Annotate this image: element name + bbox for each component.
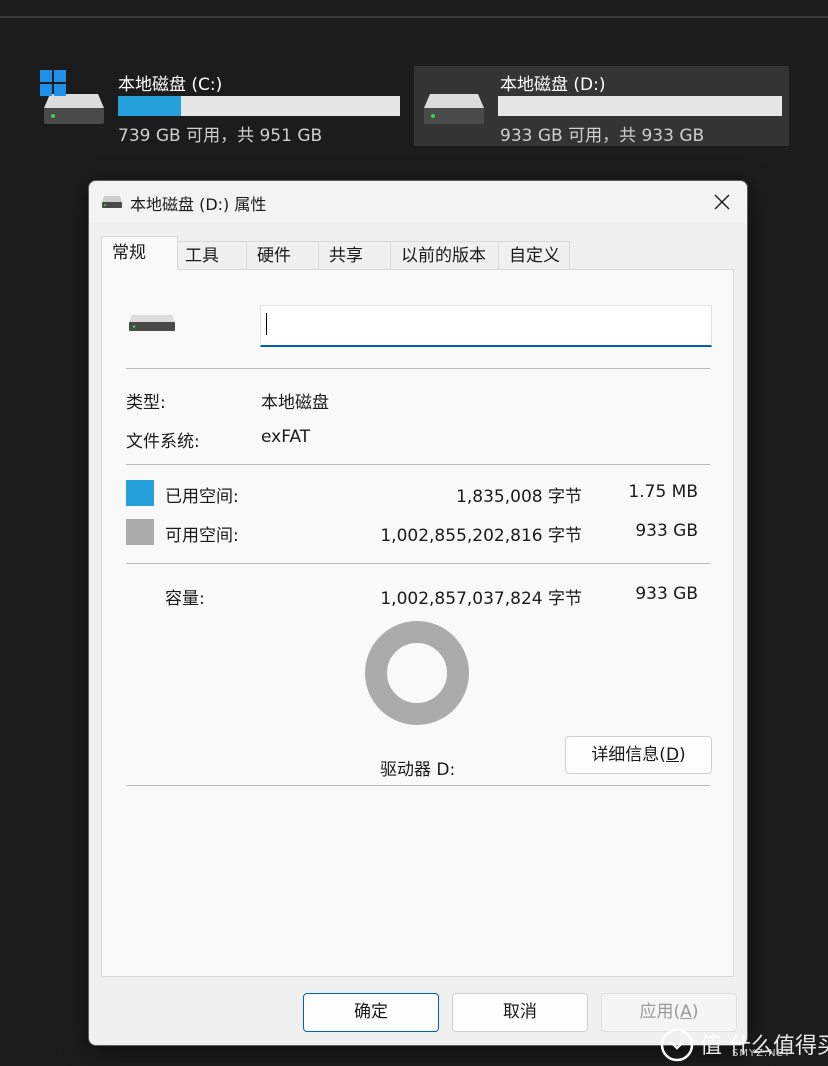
drive-name: 本地磁盘 (D:) — [500, 75, 606, 95]
capacity-bytes: 1,002,857,037,824 字节 — [380, 589, 582, 609]
properties-dialog: 本地磁盘 (D:) 属性 常规 工具 硬件 共享 以前的版本 自定义 类型: 本… — [88, 180, 748, 1046]
hard-drive-icon — [424, 94, 484, 124]
used-space-swatch — [126, 480, 154, 506]
window-top-edge — [0, 16, 828, 18]
tab-general[interactable]: 常规 — [101, 236, 178, 270]
watermark-logo-icon — [660, 1028, 694, 1062]
windows-logo-icon — [40, 70, 66, 96]
tab-customize[interactable]: 自定义 — [498, 241, 570, 269]
usage-donut-chart — [365, 621, 469, 725]
close-button[interactable] — [705, 187, 739, 217]
free-space-size: 933 GB — [635, 521, 698, 541]
tab-bar: 常规 工具 硬件 共享 以前的版本 自定义 — [101, 236, 741, 270]
hard-drive-icon — [129, 315, 175, 331]
usage-bar — [498, 96, 782, 116]
close-icon — [714, 194, 730, 210]
drive-free-text: 933 GB 可用，共 933 GB — [500, 126, 705, 146]
text-caret — [266, 313, 267, 335]
capacity-label: 容量: — [165, 589, 205, 609]
title-bar[interactable]: 本地磁盘 (D:) 属性 — [89, 181, 747, 223]
ok-button[interactable]: 确定 — [303, 993, 439, 1032]
tab-tools[interactable]: 工具 — [174, 241, 248, 269]
used-space-size: 1.75 MB — [628, 482, 698, 502]
drive-letter-label: 驱动器 D: — [380, 760, 456, 780]
drive-tile-d[interactable]: 本地磁盘 (D:) 933 GB 可用，共 933 GB — [414, 66, 789, 146]
general-panel: 类型: 本地磁盘 文件系统: exFAT 已用空间: 1,835,008 字节 … — [101, 269, 734, 977]
separator — [126, 563, 710, 564]
watermark-subtext: SMYZ.NET — [732, 1048, 792, 1059]
separator — [126, 464, 710, 465]
drive-name: 本地磁盘 (C:) — [118, 75, 223, 95]
usage-bar-fill — [118, 96, 181, 116]
dialog-title: 本地磁盘 (D:) 属性 — [130, 195, 267, 214]
type-label: 类型: — [126, 393, 166, 413]
tab-sharing[interactable]: 共享 — [318, 241, 392, 269]
free-space-bytes: 1,002,855,202,816 字节 — [380, 526, 582, 546]
type-value: 本地磁盘 — [261, 393, 329, 413]
separator — [126, 785, 710, 786]
usage-bar — [118, 96, 400, 116]
free-space-swatch — [126, 519, 154, 545]
free-space-label: 可用空间: — [165, 526, 239, 546]
drive-tile-c[interactable]: 本地磁盘 (C:) 739 GB 可用，共 951 GB — [36, 66, 406, 146]
filesystem-value: exFAT — [261, 427, 311, 447]
cancel-button[interactable]: 取消 — [452, 993, 588, 1032]
free-space-ring — [365, 621, 469, 725]
hard-drive-icon — [102, 196, 122, 208]
tab-hardware[interactable]: 硬件 — [246, 241, 320, 269]
separator — [126, 368, 710, 369]
filesystem-label: 文件系统: — [126, 432, 200, 452]
used-space-bytes: 1,835,008 字节 — [456, 487, 582, 507]
details-button[interactable]: 详细信息(D) — [565, 736, 712, 774]
watermark: 值 什么值得买 SMYZ.NET — [660, 1024, 828, 1064]
used-space-label: 已用空间: — [165, 487, 239, 507]
volume-name-input[interactable] — [260, 305, 712, 347]
capacity-size: 933 GB — [635, 584, 698, 604]
tab-previous-versions[interactable]: 以前的版本 — [390, 241, 500, 269]
drive-free-text: 739 GB 可用，共 951 GB — [118, 126, 323, 146]
